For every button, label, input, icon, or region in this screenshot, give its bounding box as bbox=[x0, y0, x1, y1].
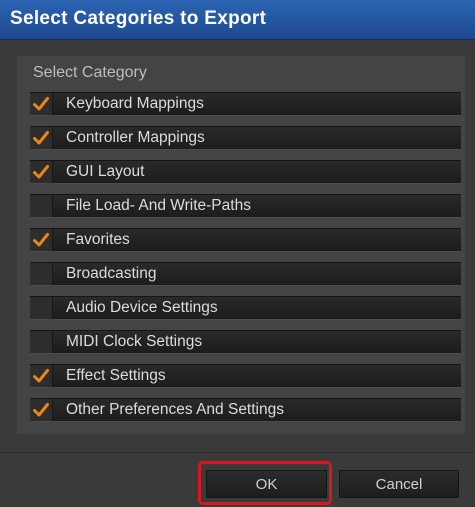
checkbox[interactable] bbox=[30, 365, 53, 387]
section-label: Select Category bbox=[33, 64, 147, 81]
checkbox[interactable] bbox=[30, 93, 53, 115]
checkbox[interactable] bbox=[30, 229, 53, 251]
cancel-button[interactable]: Cancel bbox=[339, 470, 459, 498]
ok-button-highlight bbox=[198, 461, 332, 505]
checkbox[interactable] bbox=[30, 331, 53, 353]
category-row-gui-layout[interactable]: GUI Layout bbox=[30, 160, 461, 184]
dialog-title: Select Categories to Export bbox=[10, 8, 267, 29]
category-row-audio-device-settings[interactable]: Audio Device Settings bbox=[30, 296, 461, 320]
category-label: Controller Mappings bbox=[66, 129, 205, 146]
category-label: Effect Settings bbox=[66, 367, 166, 384]
category-label: File Load- And Write-Paths bbox=[66, 197, 251, 214]
category-label: Audio Device Settings bbox=[66, 299, 218, 316]
checkbox[interactable] bbox=[30, 161, 53, 183]
category-row-effect-settings[interactable]: Effect Settings bbox=[30, 364, 461, 388]
title-bar[interactable]: Select Categories to Export bbox=[0, 0, 475, 40]
checkmark-icon bbox=[33, 131, 49, 145]
category-label: Broadcasting bbox=[66, 265, 157, 282]
checkbox[interactable] bbox=[30, 399, 53, 421]
category-row-favorites[interactable]: Favorites bbox=[30, 228, 461, 252]
category-row-broadcasting[interactable]: Broadcasting bbox=[30, 262, 461, 286]
checkbox[interactable] bbox=[30, 263, 53, 285]
checkmark-icon bbox=[33, 165, 49, 179]
category-panel: Select Category Keyboard Mappings Contro… bbox=[17, 56, 465, 434]
category-label: MIDI Clock Settings bbox=[66, 333, 203, 350]
category-label: Keyboard Mappings bbox=[66, 95, 204, 112]
category-row-midi-clock-settings[interactable]: MIDI Clock Settings bbox=[30, 330, 461, 354]
checkmark-icon bbox=[33, 97, 49, 111]
category-row-other-preferences[interactable]: Other Preferences And Settings bbox=[30, 398, 461, 422]
category-row-controller-mappings[interactable]: Controller Mappings bbox=[30, 126, 461, 150]
category-row-file-paths[interactable]: File Load- And Write-Paths bbox=[30, 194, 461, 218]
checkbox[interactable] bbox=[30, 297, 53, 319]
checkmark-icon bbox=[33, 233, 49, 247]
category-label: GUI Layout bbox=[66, 163, 145, 180]
category-label: Other Preferences And Settings bbox=[66, 401, 284, 418]
checkbox[interactable] bbox=[30, 127, 53, 149]
checkmark-icon bbox=[33, 369, 49, 383]
checkbox[interactable] bbox=[30, 195, 53, 217]
category-label: Favorites bbox=[66, 231, 130, 248]
export-dialog: Select Categories to Export Select Categ… bbox=[0, 0, 475, 507]
checkmark-icon bbox=[33, 403, 49, 417]
category-row-keyboard-mappings[interactable]: Keyboard Mappings bbox=[30, 92, 461, 116]
